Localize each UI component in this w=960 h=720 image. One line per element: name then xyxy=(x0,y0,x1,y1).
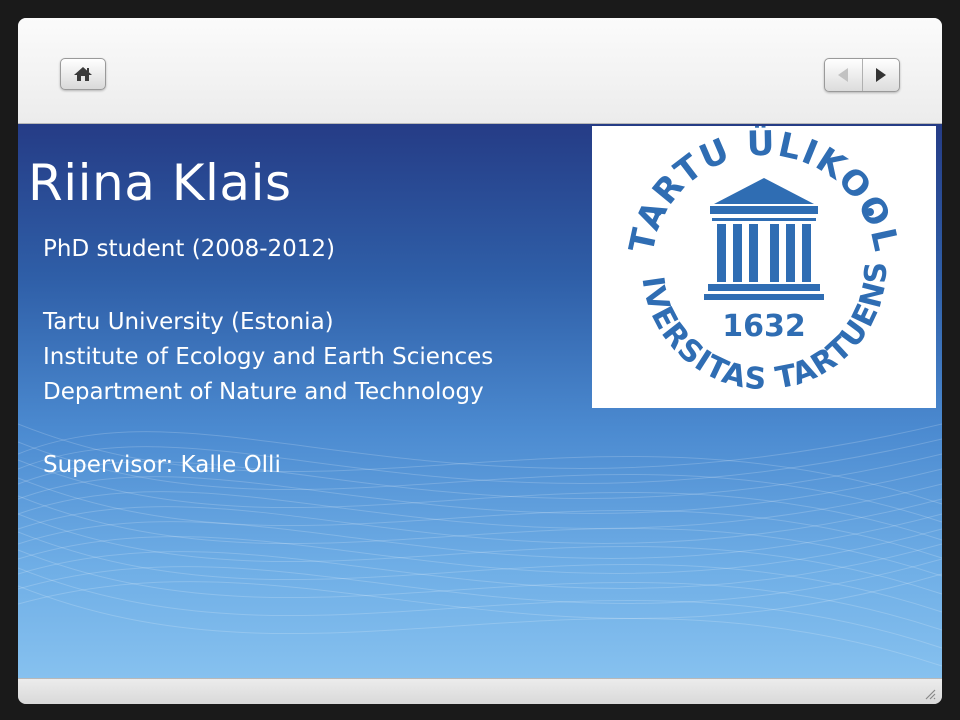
triangle-left-icon xyxy=(838,68,849,82)
svg-text:1632: 1632 xyxy=(722,309,806,344)
slide-canvas: Riina Klais PhD student (2008-2012) Tart… xyxy=(18,124,942,678)
seal-icon: TARTU ÜLIKOOL UNIVERSITAS TARTUENSIS xyxy=(579,124,904,397)
presentation-window: Riina Klais PhD student (2008-2012) Tart… xyxy=(18,18,942,704)
supervisor-text: Supervisor: Kalle Olli xyxy=(43,452,281,478)
resize-grip-icon[interactable] xyxy=(924,688,936,700)
next-slide-button[interactable] xyxy=(861,59,900,91)
home-button[interactable] xyxy=(60,58,106,90)
slide-navigation xyxy=(824,58,900,92)
top-toolbar xyxy=(18,18,942,124)
slide-body: PhD student (2008-2012) Tartu University… xyxy=(43,232,603,483)
university-text: Tartu University (Estonia) xyxy=(43,309,334,335)
university-logo: TARTU ÜLIKOOL UNIVERSITAS TARTUENSIS xyxy=(579,124,936,408)
previous-slide-button[interactable] xyxy=(825,59,862,91)
slide-title: Riina Klais xyxy=(28,154,292,212)
role-text: PhD student (2008-2012) xyxy=(43,236,336,262)
department-text: Department of Nature and Technology xyxy=(43,379,484,405)
institute-text: Institute of Ecology and Earth Sciences xyxy=(43,344,494,370)
triangle-right-icon xyxy=(875,68,886,82)
bottom-status-bar xyxy=(18,678,942,704)
svg-text:UNIVERSITAS TARTUENSIS: UNIVERSITAS TARTUENSIS xyxy=(592,126,894,397)
home-icon xyxy=(74,67,92,81)
